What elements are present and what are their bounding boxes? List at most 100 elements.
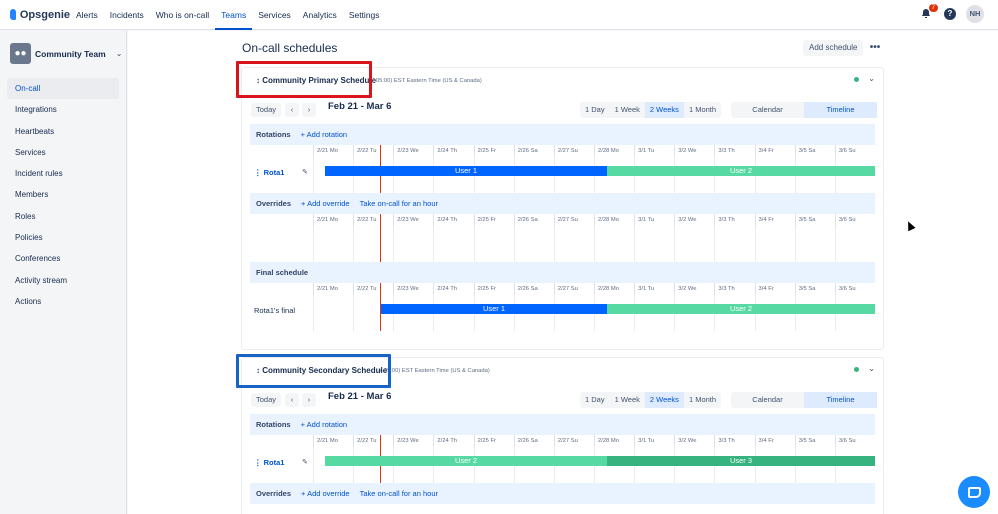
nav-settings[interactable]: Settings	[343, 0, 386, 30]
mode-timeline[interactable]: Timeline	[804, 392, 877, 408]
add-schedule-button[interactable]: Add schedule	[803, 40, 864, 56]
view-1-month[interactable]: 1 Month	[684, 392, 721, 408]
current-time-line	[380, 214, 381, 262]
schedule-name[interactable]: ↕ Community Secondary Schedule	[256, 366, 387, 375]
chevron-down-icon[interactable]: ⌄	[868, 74, 875, 83]
rotation-bar-user-1[interactable]: User 1	[325, 166, 607, 176]
prev-icon[interactable]: ‹	[285, 103, 299, 117]
rotation-name: Rota1	[263, 458, 285, 467]
mode-selector: Calendar Timeline	[731, 102, 877, 118]
rotation-timeline: 2/21 Mo 2/22 Tu 2/23 We 2/24 Th 2/25 Fr 2/26 …	[250, 435, 875, 483]
day-label: 3/4 Fr	[754, 435, 795, 447]
view-1-month[interactable]: 1 Month	[684, 102, 721, 118]
prev-icon[interactable]: ‹	[285, 393, 299, 407]
sidebar-item-policies[interactable]: Policies	[7, 227, 119, 248]
final-bar-user-2[interactable]: User 2	[607, 304, 875, 314]
day-label: 2/28 Mo	[593, 214, 634, 226]
sidebar-item-roles[interactable]: Roles	[7, 206, 119, 227]
schedule-toolbar: Today ‹ › Feb 21 - Mar 6 1 Day 1 Week 2 …	[242, 386, 883, 414]
edit-pencil-icon[interactable]: ✎	[302, 458, 308, 466]
overrides-band: Overrides + Add override Take on-call fo…	[250, 483, 875, 504]
day-label: 2/22 Tu	[353, 283, 393, 295]
rotation-bar-user-2[interactable]: User 2	[325, 456, 607, 466]
rotations-label: Rotations	[256, 420, 291, 429]
schedule-name[interactable]: ↕ Community Primary Schedule	[256, 76, 376, 85]
sidebar-item-conferences[interactable]: Conferences	[7, 248, 119, 269]
sidebar-item-heartbeats[interactable]: Heartbeats	[7, 121, 119, 142]
rotation-name: Rota1	[263, 168, 285, 177]
nav-alerts[interactable]: Alerts	[70, 0, 104, 30]
day-label: 3/1 Tu	[634, 214, 674, 226]
rotation-name-link[interactable]: ⋮ Rota1	[254, 168, 284, 177]
day-label: 2/21 Mo	[313, 283, 353, 295]
team-switcher[interactable]: ●● Community Team ⌄	[10, 43, 126, 64]
chevron-down-icon[interactable]: ⌄	[868, 364, 875, 373]
day-label: 3/3 Th	[714, 435, 754, 447]
sidebar-item-on-call[interactable]: On-call	[7, 78, 119, 100]
final-bar-user-1[interactable]: User 1	[381, 304, 607, 314]
day-label: 3/6 Su	[834, 435, 875, 447]
nav-incidents[interactable]: Incidents	[104, 0, 150, 30]
help-icon[interactable]: ?	[944, 8, 956, 20]
chat-support-button[interactable]	[958, 476, 990, 508]
rotation-bar-user-3[interactable]: User 3	[607, 456, 875, 466]
day-label: 2/27 Su	[553, 283, 594, 295]
add-override-link[interactable]: + Add override	[301, 489, 350, 498]
sidebar-item-actions[interactable]: Actions	[7, 291, 119, 312]
view-1-day[interactable]: 1 Day	[580, 392, 610, 408]
schedule-header[interactable]: ↕ Community Secondary Schedule (-05:00) …	[242, 358, 883, 386]
add-rotation-link[interactable]: + Add rotation	[301, 420, 348, 429]
opsgenie-logo[interactable]: Opsgenie	[10, 9, 70, 21]
final-timeline: 2/21 Mo 2/22 Tu 2/23 We 2/24 Th 2/25 Fr 2/26 …	[250, 283, 875, 331]
sidebar-item-members[interactable]: Members	[7, 184, 119, 205]
day-label: 2/26 Sa	[513, 214, 554, 226]
view-1-week[interactable]: 1 Week	[610, 102, 645, 118]
view-2-weeks[interactable]: 2 Weeks	[644, 102, 684, 118]
view-1-week[interactable]: 1 Week	[610, 392, 645, 408]
more-options-icon[interactable]: •••	[868, 40, 882, 56]
today-button[interactable]: Today	[251, 103, 281, 117]
notifications-button[interactable]: 7	[920, 4, 938, 21]
nav-teams[interactable]: Teams	[215, 0, 253, 30]
nav-who-is-on-call[interactable]: Who is on-call	[150, 0, 215, 30]
day-label: 3/1 Tu	[634, 283, 674, 295]
day-label: 3/4 Fr	[754, 283, 795, 295]
day-label: 3/5 Sa	[794, 435, 835, 447]
day-label: 3/2 We	[674, 145, 714, 157]
sidebar-item-incident-rules[interactable]: Incident rules	[7, 163, 119, 184]
nav-analytics[interactable]: Analytics	[297, 0, 343, 30]
schedule-timezone: (-05:00) EST Eastern Time (US & Canada)	[372, 78, 482, 84]
take-on-call-link[interactable]: Take on-call for an hour	[360, 489, 438, 498]
day-label: 2/25 Fr	[473, 435, 514, 447]
day-header: 2/21 Mo 2/22 Tu 2/23 We 2/24 Th 2/25 Fr 2/26 …	[313, 214, 875, 226]
rotation-name-link[interactable]: ⋮ Rota1	[254, 458, 284, 467]
overrides-band: Overrides + Add override Take on-call fo…	[250, 193, 875, 214]
edit-pencil-icon[interactable]: ✎	[302, 168, 308, 176]
team-name: Community Team	[35, 48, 106, 59]
sidebar-item-services[interactable]: Services	[7, 142, 119, 163]
chevron-down-icon[interactable]: ⌄	[116, 49, 123, 58]
today-button[interactable]: Today	[251, 393, 281, 407]
overrides-label: Overrides	[256, 489, 292, 498]
mode-calendar[interactable]: Calendar	[731, 102, 804, 118]
nav-services[interactable]: Services	[252, 0, 297, 30]
sidebar-item-integrations[interactable]: Integrations	[7, 99, 119, 120]
rotation-bar-user-2[interactable]: User 2	[607, 166, 875, 176]
sidebar-item-activity-stream[interactable]: Activity stream	[7, 270, 119, 291]
day-label: 2/23 We	[393, 214, 433, 226]
next-icon[interactable]: ›	[302, 103, 316, 117]
schedule-header[interactable]: ↕ Community Primary Schedule (-05:00) ES…	[242, 68, 883, 96]
day-label: 3/5 Sa	[794, 145, 835, 157]
day-label: 2/23 We	[393, 145, 433, 157]
day-label: 3/5 Sa	[794, 283, 835, 295]
add-rotation-link[interactable]: + Add rotation	[301, 130, 348, 139]
take-on-call-link[interactable]: Take on-call for an hour	[360, 199, 438, 208]
day-label: 3/4 Fr	[754, 214, 795, 226]
view-1-day[interactable]: 1 Day	[580, 102, 610, 118]
mode-timeline[interactable]: Timeline	[804, 102, 877, 118]
user-avatar[interactable]: NH	[966, 5, 984, 23]
add-override-link[interactable]: + Add override	[301, 199, 350, 208]
view-2-weeks[interactable]: 2 Weeks	[644, 392, 684, 408]
next-icon[interactable]: ›	[302, 393, 316, 407]
mode-calendar[interactable]: Calendar	[731, 392, 804, 408]
